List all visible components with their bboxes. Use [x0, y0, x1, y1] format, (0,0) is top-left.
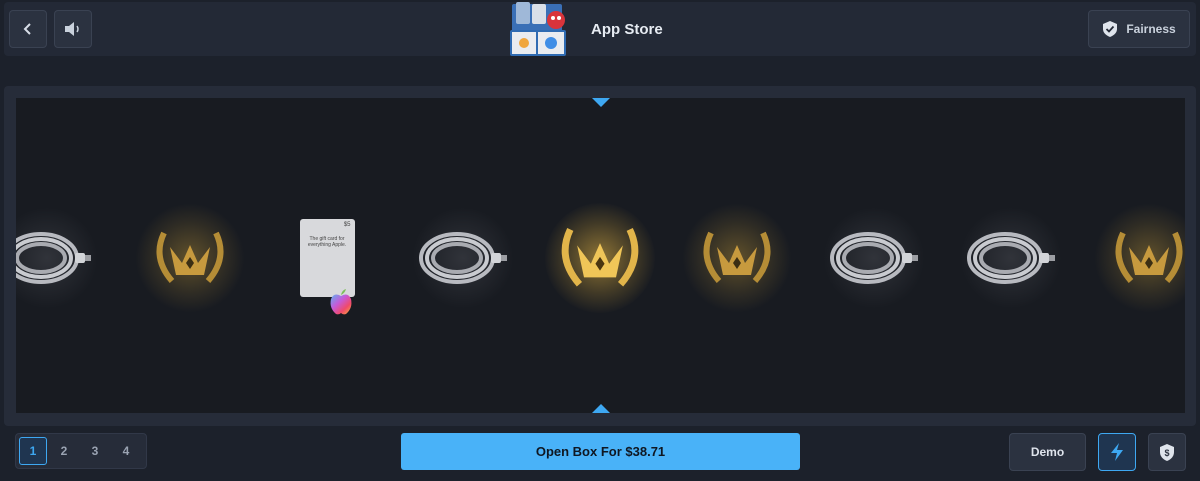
back-button[interactable] [9, 10, 47, 48]
speaker-icon [65, 22, 79, 36]
demo-button[interactable]: Demo [1009, 433, 1086, 471]
fairness-button[interactable]: Fairness [1088, 10, 1190, 48]
reel-item-crown [135, 203, 245, 313]
box-image [506, 0, 570, 58]
open-box-button[interactable]: Open Box For $38.71 [401, 433, 800, 470]
svg-text:$: $ [1164, 448, 1169, 458]
page-title: App Store [591, 21, 663, 38]
balance-protection-button[interactable]: $ [1148, 433, 1186, 471]
shield-check-icon [1103, 21, 1118, 37]
shield-dollar-icon: $ [1160, 443, 1174, 461]
reel-item-gift-card: $5 The gift card for everything Apple. [272, 203, 382, 315]
lightning-icon [1111, 443, 1123, 461]
box-count-selector: 1 2 3 4 [15, 433, 147, 469]
laurel-crown-icon [156, 231, 224, 283]
apple-logo-icon [330, 289, 352, 315]
spin-reel: $5 The gift card for everything Apple. [16, 98, 1185, 413]
top-bar: App Store Fairness [4, 2, 1196, 56]
reel-item-cable [16, 203, 102, 313]
fast-open-button[interactable] [1098, 433, 1136, 471]
reel-container: $5 The gift card for everything Apple. [4, 86, 1196, 426]
count-option-3[interactable]: 3 [81, 437, 109, 465]
reel-item-cable [819, 203, 929, 313]
reel-item-crown-selected [545, 203, 655, 313]
usb-cable-icon [830, 232, 918, 284]
usb-cable-icon [16, 232, 91, 284]
count-option-1[interactable]: 1 [19, 437, 47, 465]
usb-cable-icon [419, 232, 507, 284]
laurel-crown-icon [1115, 231, 1183, 283]
bottom-controls: 1 2 3 4 Open Box For $38.71 Demo $ [4, 426, 1196, 481]
laurel-crown-icon [561, 227, 639, 287]
reel-item-cable [408, 203, 518, 313]
usb-cable-icon [967, 232, 1055, 284]
count-option-2[interactable]: 2 [50, 437, 78, 465]
laurel-crown-icon [703, 231, 771, 283]
reel-marker-top [591, 98, 610, 107]
reel-marker-bottom [591, 404, 610, 413]
reel-item-crown [682, 203, 792, 313]
fairness-label: Fairness [1126, 22, 1176, 36]
count-option-4[interactable]: 4 [112, 437, 140, 465]
sound-toggle-button[interactable] [54, 10, 92, 48]
gift-card-price: $5 [343, 222, 351, 228]
gift-card-text: The gift card for everything Apple. [307, 236, 347, 248]
chevron-left-icon [23, 23, 31, 35]
reel-item-cable [956, 203, 1066, 313]
apple-gift-card-icon: $5 The gift card for everything Apple. [299, 219, 355, 315]
reel-item-crown [1094, 203, 1185, 313]
